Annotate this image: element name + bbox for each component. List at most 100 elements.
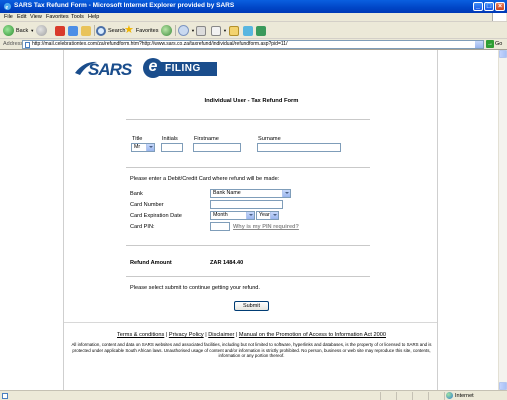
firstname-label: Firstname bbox=[194, 136, 219, 142]
address-bar: Address http://mail.celebrationtex.com/z… bbox=[0, 39, 507, 50]
form-title: Individual User - Tax Refund Form bbox=[204, 98, 299, 104]
svg-text:e: e bbox=[5, 4, 8, 11]
footer-divider bbox=[64, 322, 437, 323]
initials-field[interactable] bbox=[161, 143, 183, 152]
pin-help-link[interactable]: Why is my PIN required? bbox=[233, 224, 299, 230]
status-segment bbox=[444, 392, 445, 400]
menu-bar: File Edit View Favorites Tools Help bbox=[0, 13, 507, 22]
status-segment bbox=[396, 392, 397, 400]
print-button[interactable] bbox=[196, 24, 206, 37]
pin-field[interactable] bbox=[210, 222, 230, 231]
page-viewport: SARS e FILING Individual User - Tax Refu… bbox=[0, 50, 507, 390]
copyright-disclaimer: All information, content and data on SAR… bbox=[71, 342, 432, 358]
terms-link[interactable]: Terms & conditions bbox=[117, 332, 164, 338]
month-select-value: Month bbox=[213, 212, 228, 218]
menu-favorites[interactable]: Favorites bbox=[46, 14, 69, 20]
go-button[interactable]: → Go bbox=[486, 40, 502, 48]
paia-manual-link[interactable]: Manual on the Promotion of Access to Inf… bbox=[239, 332, 386, 338]
logo-sars-text: SARS bbox=[88, 60, 132, 79]
surname-label: Surname bbox=[258, 136, 281, 142]
bank-select[interactable]: Bank Name bbox=[210, 189, 291, 198]
vertical-scrollbar[interactable] bbox=[498, 50, 507, 390]
firstname-field[interactable] bbox=[193, 143, 241, 152]
media-button[interactable] bbox=[161, 24, 172, 37]
discuss-button[interactable] bbox=[229, 24, 239, 37]
chevron-down-icon: ▼ bbox=[191, 28, 195, 33]
logo-filing-text: FILING bbox=[159, 62, 217, 76]
footer-links: Terms & conditions | Privacy Policy | Di… bbox=[64, 332, 439, 338]
menu-tools[interactable]: Tools bbox=[71, 14, 84, 20]
maximize-button[interactable]: □ bbox=[484, 2, 494, 11]
close-button[interactable]: × bbox=[495, 2, 505, 11]
expiry-month-select[interactable]: Month bbox=[210, 211, 255, 220]
favorites-label: Favorites bbox=[135, 27, 159, 34]
address-url: http://mail.celebrationtex.com/za/refund… bbox=[32, 41, 288, 47]
zone-label: Internet bbox=[455, 392, 474, 399]
messenger-button[interactable] bbox=[243, 24, 253, 37]
initials-label: Initials bbox=[162, 136, 178, 142]
divider bbox=[126, 119, 370, 120]
chevron-down-icon bbox=[270, 212, 278, 219]
scroll-up-button[interactable] bbox=[499, 50, 507, 58]
go-arrow-icon: → bbox=[486, 40, 494, 48]
menu-view[interactable]: View bbox=[30, 14, 42, 20]
page-status-icon bbox=[2, 393, 8, 399]
security-zone: Internet bbox=[446, 392, 474, 399]
sars-efiling-logo: SARS e FILING bbox=[74, 56, 217, 84]
forward-button[interactable] bbox=[36, 24, 47, 37]
search-label: Search bbox=[108, 27, 126, 34]
refund-amount-value: ZAR 1484.40 bbox=[210, 260, 244, 266]
card-number-field[interactable] bbox=[210, 200, 283, 209]
divider bbox=[126, 276, 370, 277]
surname-field[interactable] bbox=[257, 143, 341, 152]
chevron-down-icon: ▼ bbox=[223, 28, 227, 33]
toolbar-divider bbox=[94, 25, 95, 36]
chevron-down-icon bbox=[282, 190, 290, 197]
status-segment bbox=[428, 392, 429, 400]
divider bbox=[126, 245, 370, 246]
status-bar: Internet bbox=[0, 390, 507, 400]
disclaimer-link[interactable]: Disclaimer bbox=[208, 332, 234, 338]
ie-icon: e bbox=[3, 2, 12, 11]
refund-amount-label: Refund Amount bbox=[130, 260, 172, 266]
menu-file[interactable]: File bbox=[4, 14, 13, 20]
bank-select-value: Bank Name bbox=[213, 190, 241, 196]
submit-prompt: Please select submit to continue getting… bbox=[130, 285, 260, 291]
stop-button[interactable] bbox=[55, 24, 65, 37]
back-label: Back bbox=[16, 27, 29, 34]
star-icon: ★ bbox=[124, 24, 134, 36]
title-bar: e SARS Tax Refund Form - Microsoft Inter… bbox=[0, 0, 507, 13]
toolbar-divider bbox=[175, 25, 176, 36]
refresh-button[interactable] bbox=[68, 24, 78, 37]
research-button[interactable] bbox=[256, 24, 266, 37]
search-button[interactable]: Search bbox=[96, 24, 125, 37]
home-button[interactable] bbox=[81, 24, 91, 37]
year-select-value: Year bbox=[259, 212, 270, 218]
expiry-year-select[interactable]: Year bbox=[256, 211, 279, 220]
go-label: Go bbox=[495, 41, 503, 47]
messenger-icon bbox=[243, 25, 253, 36]
title-select[interactable]: Mr bbox=[131, 143, 155, 152]
folder-icon bbox=[229, 25, 239, 36]
page-icon bbox=[25, 42, 30, 48]
back-button[interactable]: Back ▼ bbox=[3, 24, 34, 37]
menu-edit[interactable]: Edit bbox=[17, 14, 26, 20]
menu-help[interactable]: Help bbox=[88, 14, 99, 20]
mail-button[interactable]: ▼ bbox=[178, 24, 195, 37]
submit-button[interactable]: Submit bbox=[234, 301, 269, 311]
minimize-button[interactable]: _ bbox=[473, 2, 483, 11]
favorites-button[interactable]: ★ Favorites bbox=[124, 24, 159, 37]
title-label: Title bbox=[132, 136, 143, 142]
address-label: Address bbox=[3, 41, 24, 47]
windows-logo-icon bbox=[492, 13, 506, 21]
address-field[interactable]: http://mail.celebrationtex.com/za/refund… bbox=[22, 40, 484, 49]
media-icon bbox=[161, 25, 172, 36]
refund-form-page: SARS e FILING Individual User - Tax Refu… bbox=[63, 50, 438, 390]
back-arrow-icon bbox=[3, 25, 14, 36]
scroll-down-button[interactable] bbox=[499, 382, 507, 390]
research-icon bbox=[256, 25, 266, 36]
address-dropdown[interactable] bbox=[475, 41, 483, 48]
chevron-down-icon: ▼ bbox=[30, 28, 35, 33]
edit-button[interactable]: ▼ bbox=[211, 24, 227, 37]
privacy-link[interactable]: Privacy Policy bbox=[169, 332, 204, 338]
